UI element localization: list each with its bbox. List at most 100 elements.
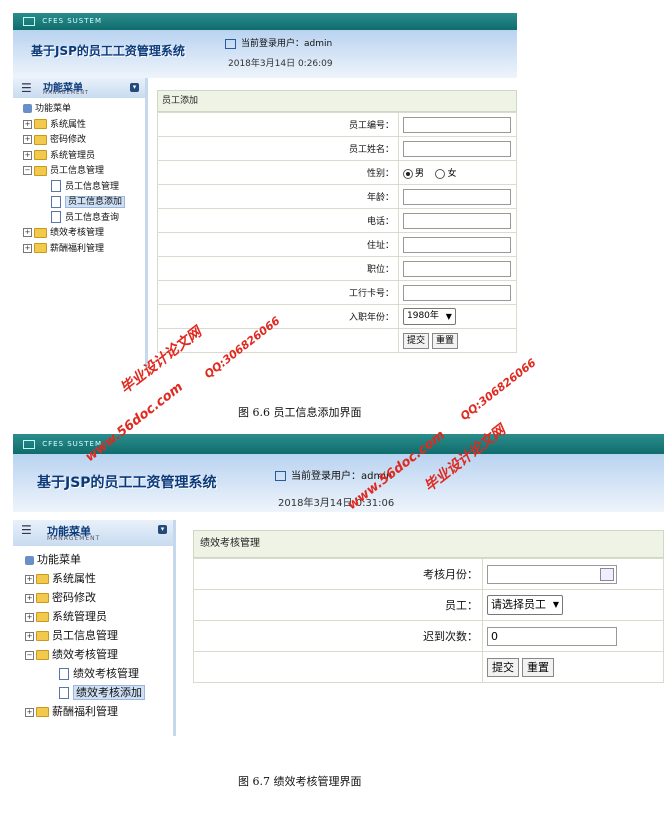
reset-button[interactable]: 重置 bbox=[522, 657, 554, 677]
computer-icon bbox=[25, 555, 34, 565]
employee-select[interactable]: 请选择员工 ▼ bbox=[487, 595, 563, 615]
tree-subitem-performance-manage[interactable]: 绩效考核管理 bbox=[13, 664, 173, 683]
app-logo-icon bbox=[23, 439, 35, 449]
page-icon bbox=[51, 195, 61, 208]
content-panel: 员工添加 员工编号： 员工姓名： 性别： 男 女 年龄： 电话： 住址： 职位：… bbox=[157, 90, 517, 353]
header: 基于JSP的员工工资管理系统 当前登录用户：admin 2018年3月14日 0… bbox=[13, 30, 517, 78]
user-card-icon bbox=[225, 38, 236, 49]
sidebar: ☰ 功能菜单 MANAGEMENT ▾ 功能菜单 + 系统属性 + 密码修改 + 系统… bbox=[13, 78, 148, 368]
screenshot-performance: CFES SUSTEM 基于JSP的员工工资管理系统 当前登录用户：admin … bbox=[13, 434, 664, 736]
tree-item-admin[interactable]: + 系统管理员 bbox=[13, 149, 145, 165]
page-icon bbox=[59, 668, 69, 680]
chevron-down-icon: ▼ bbox=[445, 312, 452, 321]
tree-item-password[interactable]: + 密码修改 bbox=[13, 588, 173, 607]
tree-item-employee-info[interactable]: − 员工信息管理 bbox=[13, 164, 145, 180]
expand-icon[interactable]: + bbox=[25, 574, 34, 584]
content-panel: 绩效考核管理 考核月份： 员工： 请选择员工 ▼ 迟到次数： 0 提交 重置 bbox=[193, 530, 664, 683]
collapse-icon[interactable]: − bbox=[25, 650, 34, 660]
figure-caption-6-7: 图 6.7 绩效考核管理界面 bbox=[238, 775, 362, 788]
collapse-icon[interactable]: − bbox=[23, 166, 32, 175]
tree-item-salary[interactable]: + 薪酬福利管理 bbox=[13, 242, 145, 258]
tree-item-system-props[interactable]: + 系统属性 bbox=[13, 118, 145, 134]
expand-icon[interactable]: + bbox=[23, 135, 32, 144]
tree-item-password[interactable]: + 密码修改 bbox=[13, 133, 145, 149]
sidebar: ☰ 功能菜单 MANAGEMENT ▾ 功能菜单 + 系统属性 + 密码修改 + 系统… bbox=[13, 520, 176, 736]
tree-subitem-employee-add[interactable]: 员工信息添加 bbox=[13, 195, 145, 211]
folder-icon bbox=[36, 612, 49, 622]
submit-button[interactable]: 提交 bbox=[487, 657, 519, 677]
open-folder-icon bbox=[36, 650, 49, 660]
label-emp-name: 员工姓名： bbox=[157, 136, 399, 161]
main-area: ☰ 功能菜单 MANAGEMENT ▾ 功能菜单 + 系统属性 + 密码修改 + 系统… bbox=[13, 520, 664, 736]
menu-icon: ☰ bbox=[21, 523, 32, 537]
folder-icon bbox=[34, 227, 47, 238]
menu-header: ☰ 功能菜单 MANAGEMENT ▾ bbox=[13, 78, 145, 98]
figure-caption-6-6: 图 6.6 员工信息添加界面 bbox=[238, 406, 362, 419]
user-card-icon bbox=[275, 471, 286, 481]
month-input[interactable] bbox=[487, 564, 617, 584]
gender-female-label: 女 bbox=[447, 169, 457, 179]
label-gender: 性别： bbox=[157, 160, 399, 185]
expand-icon[interactable]: + bbox=[25, 707, 34, 717]
collapse-toggle-icon[interactable]: ▾ bbox=[158, 525, 167, 534]
current-user: 当前登录用户：admin bbox=[225, 36, 332, 49]
gender-female-radio[interactable] bbox=[435, 168, 446, 179]
menu-subtitle: MANAGEMENT bbox=[47, 535, 101, 542]
tree-item-admin[interactable]: + 系统管理员 bbox=[13, 607, 173, 626]
tree-item-system-props[interactable]: + 系统属性 bbox=[13, 569, 173, 588]
label-age: 年龄： bbox=[157, 184, 399, 209]
submit-button[interactable]: 提交 bbox=[403, 332, 430, 349]
gender-male-radio[interactable] bbox=[403, 168, 413, 179]
bank-card-input[interactable] bbox=[403, 284, 511, 301]
tree-subitem-employee-query[interactable]: 员工信息查询 bbox=[13, 211, 145, 227]
expand-icon[interactable]: + bbox=[23, 243, 32, 253]
form-title: 员工添加 bbox=[157, 90, 517, 112]
chevron-down-icon: ▼ bbox=[552, 600, 559, 609]
tree-item-performance[interactable]: − 绩效考核管理 bbox=[13, 645, 173, 664]
label-address: 住址： bbox=[157, 232, 399, 257]
label-employee: 员工： bbox=[193, 589, 483, 621]
tree-root: 功能菜单 bbox=[13, 102, 145, 118]
folder-icon bbox=[36, 707, 49, 717]
tree-item-salary[interactable]: + 薪酬福利管理 bbox=[13, 702, 173, 721]
expand-icon[interactable]: + bbox=[23, 228, 32, 237]
tree-root: 功能菜单 bbox=[13, 550, 173, 569]
label-late-count: 迟到次数： bbox=[193, 620, 483, 652]
tree-item-employee-info[interactable]: + 员工信息管理 bbox=[13, 626, 173, 645]
label-bank-card: 工行卡号： bbox=[157, 280, 399, 305]
datetime: 2018年3月14日 0:26:09 bbox=[228, 59, 333, 69]
folder-icon bbox=[34, 150, 47, 160]
position-input[interactable] bbox=[403, 260, 511, 277]
address-input[interactable] bbox=[403, 236, 511, 253]
expand-icon[interactable]: + bbox=[25, 593, 34, 603]
expand-icon[interactable]: + bbox=[25, 612, 34, 622]
late-count-input[interactable]: 0 bbox=[487, 626, 617, 646]
computer-icon bbox=[23, 104, 32, 113]
reset-button[interactable]: 重置 bbox=[432, 332, 459, 349]
phone-input[interactable] bbox=[403, 212, 511, 229]
page-icon bbox=[51, 180, 61, 192]
performance-form: 考核月份： 员工： 请选择员工 ▼ 迟到次数： 0 提交 重置 bbox=[193, 558, 664, 683]
expand-icon[interactable]: + bbox=[23, 119, 32, 129]
tree-subitem-performance-add[interactable]: 绩效考核添加 bbox=[13, 683, 173, 702]
emp-no-input[interactable] bbox=[403, 116, 511, 133]
menu-icon: ☰ bbox=[21, 81, 32, 95]
collapse-toggle-icon[interactable]: ▾ bbox=[130, 83, 139, 92]
header: 基于JSP的员工工资管理系统 当前登录用户：admin 2018年3月14日 0… bbox=[13, 454, 664, 512]
calendar-icon[interactable] bbox=[600, 567, 614, 581]
menu-tree: 功能菜单 + 系统属性 + 密码修改 + 系统管理员 + 员工信息管理 − 绩效考核管理 … bbox=[13, 550, 173, 721]
tree-subitem-employee-manage[interactable]: 员工信息管理 bbox=[13, 180, 145, 196]
open-folder-icon bbox=[34, 165, 47, 176]
expand-icon[interactable]: + bbox=[25, 631, 34, 641]
entry-year-select[interactable]: 1980年 ▼ bbox=[403, 308, 456, 325]
tree-item-performance[interactable]: + 绩效考核管理 bbox=[13, 226, 145, 242]
age-input[interactable] bbox=[403, 188, 511, 205]
form-title: 绩效考核管理 bbox=[193, 530, 664, 558]
employee-form: 员工编号： 员工姓名： 性别： 男 女 年龄： 电话： 住址： 职位： 工行卡号… bbox=[157, 112, 517, 353]
label-position: 职位： bbox=[157, 256, 399, 281]
emp-name-input[interactable] bbox=[403, 140, 511, 157]
label-phone: 电话： bbox=[157, 208, 399, 233]
screenshot-employee-add: CFES SUSTEM 基于JSP的员工工资管理系统 当前登录用户：admin … bbox=[13, 13, 517, 368]
system-name: 基于JSP的员工工资管理系统 bbox=[37, 475, 217, 491]
expand-icon[interactable]: + bbox=[23, 150, 32, 160]
